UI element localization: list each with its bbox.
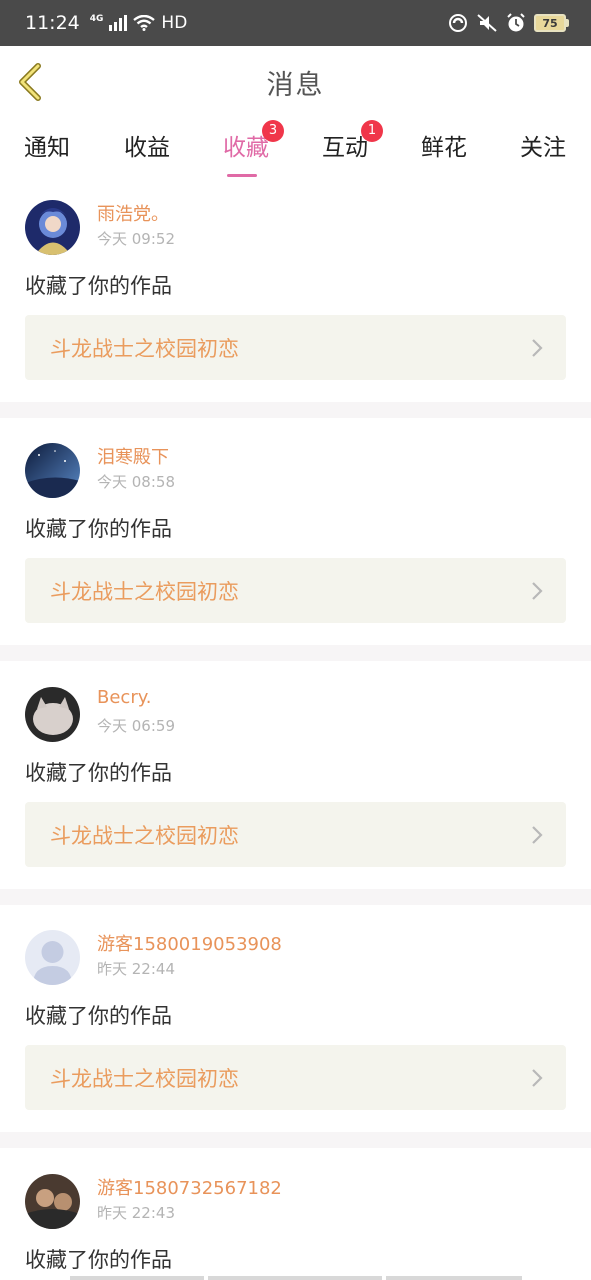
status-time: 11:24 xyxy=(25,12,80,34)
hd-label: HD xyxy=(161,13,188,33)
work-title: 斗龙战士之校园初恋 xyxy=(50,824,239,848)
top-bar: 消息 xyxy=(0,46,591,118)
message-time: 今天 08:58 xyxy=(97,473,175,491)
mute-vibrate-icon xyxy=(477,14,497,32)
work-link-card[interactable]: 斗龙战士之校园初恋 xyxy=(25,802,566,867)
divider xyxy=(0,889,591,905)
tab-follows[interactable]: 关注 xyxy=(493,128,591,162)
tab-label: 互动 xyxy=(322,135,368,161)
chevron-right-icon xyxy=(532,1069,543,1087)
tab-flowers[interactable]: 鲜花 xyxy=(394,128,494,162)
work-link-card[interactable]: 斗龙战士之校园初恋 xyxy=(25,1045,566,1110)
message-text: 收藏了你的作品 xyxy=(25,761,172,785)
tab-interactions[interactable]: 互动 1 xyxy=(295,120,395,162)
divider xyxy=(0,1132,591,1148)
tab-label: 收益 xyxy=(124,135,170,161)
unread-badge: 3 xyxy=(262,120,284,142)
chevron-right-icon xyxy=(532,582,543,600)
battery-level: 75 xyxy=(542,16,558,30)
username[interactable]: 泪寒殿下 xyxy=(97,443,169,469)
avatar[interactable] xyxy=(25,1174,80,1229)
divider xyxy=(0,645,591,661)
tab-earnings[interactable]: 收益 xyxy=(97,128,197,162)
back-arrow-icon[interactable] xyxy=(14,62,48,102)
username[interactable]: 雨浩党。 xyxy=(97,200,169,226)
list-item: Becry. 今天 06:59 收藏了你的作品 斗龙战士之校园初恋 xyxy=(0,667,591,889)
message-time: 今天 09:52 xyxy=(97,230,175,248)
tab-favorites[interactable]: 收藏 3 xyxy=(196,120,296,177)
nav-gesture-bar xyxy=(386,1276,522,1280)
wifi-icon xyxy=(133,15,156,31)
tab-label: 通知 xyxy=(24,135,70,161)
active-tab-indicator xyxy=(227,174,257,177)
message-text: 收藏了你的作品 xyxy=(25,517,172,541)
divider xyxy=(0,402,591,418)
tab-label: 鲜花 xyxy=(421,135,467,161)
list-item: 雨浩党。 今天 09:52 收藏了你的作品 斗龙战士之校园初恋 xyxy=(0,180,591,402)
message-time: 昨天 22:44 xyxy=(97,960,175,978)
chevron-right-icon xyxy=(532,339,543,357)
message-tabs: 通知 收益 收藏 3 互动 1 鲜花 关注 xyxy=(0,118,591,180)
alarm-icon xyxy=(507,13,525,32)
avatar[interactable] xyxy=(25,930,80,985)
work-title: 斗龙战士之校园初恋 xyxy=(50,337,239,361)
avatar[interactable] xyxy=(25,687,80,742)
message-text: 收藏了你的作品 xyxy=(25,274,172,298)
work-title: 斗龙战士之校园初恋 xyxy=(50,580,239,604)
message-time: 今天 06:59 xyxy=(97,717,175,735)
username[interactable]: 游客1580019053908 xyxy=(97,930,282,956)
unread-badge: 1 xyxy=(361,120,383,142)
list-item: 游客1580019053908 昨天 22:44 收藏了你的作品 斗龙战士之校园… xyxy=(0,910,591,1132)
status-bar: 11:24 4G HD 75 xyxy=(0,0,591,46)
message-text: 收藏了你的作品 xyxy=(25,1004,172,1028)
list-item: 游客1580732567182 昨天 22:43 收藏了你的作品 xyxy=(0,1154,591,1280)
chevron-right-icon xyxy=(532,826,543,844)
message-time: 昨天 22:43 xyxy=(97,1204,175,1222)
battery-icon: 75 xyxy=(534,14,569,32)
username[interactable]: Becry. xyxy=(97,687,152,708)
sync-icon xyxy=(449,14,467,32)
work-link-card[interactable]: 斗龙战士之校园初恋 xyxy=(25,558,566,623)
avatar[interactable] xyxy=(25,200,80,255)
tab-label: 收藏 xyxy=(223,135,269,161)
tab-label: 关注 xyxy=(520,135,566,161)
message-text: 收藏了你的作品 xyxy=(25,1248,172,1272)
username[interactable]: 游客1580732567182 xyxy=(97,1174,282,1200)
avatar[interactable] xyxy=(25,443,80,498)
list-item: 泪寒殿下 今天 08:58 收藏了你的作品 斗龙战士之校园初恋 xyxy=(0,423,591,645)
work-title: 斗龙战士之校园初恋 xyxy=(50,1067,239,1091)
tab-notifications[interactable]: 通知 xyxy=(0,128,97,162)
nav-gesture-bar xyxy=(208,1276,382,1280)
work-link-card[interactable]: 斗龙战士之校园初恋 xyxy=(25,315,566,380)
page-title: 消息 xyxy=(266,69,325,101)
nav-gesture-bar xyxy=(70,1276,204,1280)
network-4g-label: 4G xyxy=(89,14,104,24)
signal-icon xyxy=(109,15,128,31)
